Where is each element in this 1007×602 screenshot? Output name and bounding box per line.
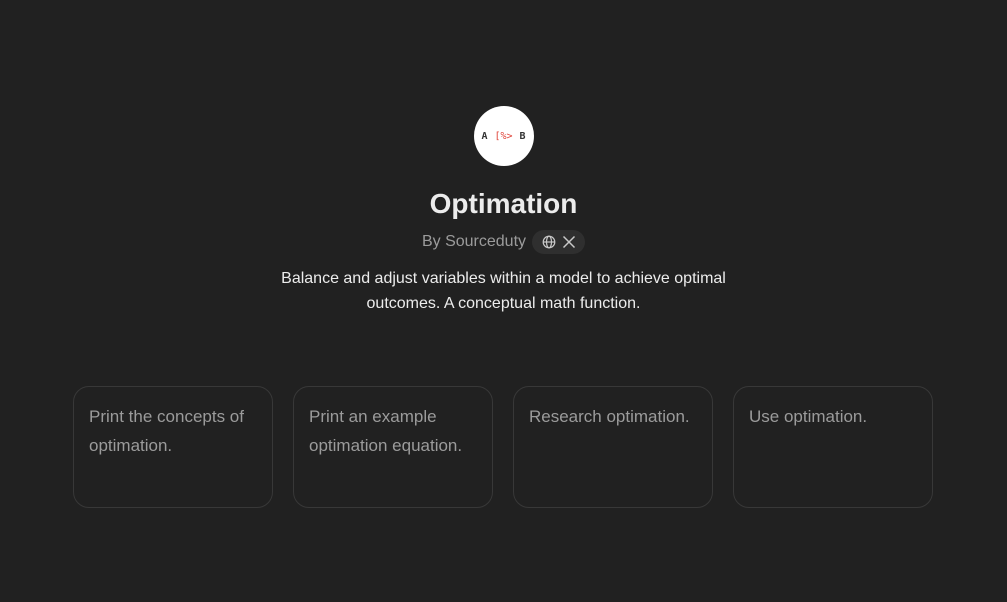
avatar-text-right: B (519, 130, 526, 142)
social-links (532, 230, 586, 254)
starter-button-use[interactable]: Use optimation. (733, 386, 933, 508)
gpt-title: Optimation (429, 188, 578, 219)
avatar-text-left: A (481, 130, 488, 142)
gpt-byline: By Sourceduty (421, 230, 586, 254)
gpt-avatar: A [%> B (473, 106, 534, 166)
starter-button-example-equation[interactable]: Print an example optimation equation. (293, 386, 493, 508)
author-text: By Sourceduty (421, 233, 527, 250)
gpt-header: A [%> B Optimation By Sourceduty Balance… (0, 106, 1007, 316)
starter-button-research[interactable]: Research optimation. (513, 386, 713, 508)
starter-button-concepts[interactable]: Print the concepts of optimation. (73, 386, 273, 508)
x-icon[interactable] (562, 235, 576, 249)
conversation-starters: Print the concepts of optimation. Print … (73, 386, 933, 508)
gpt-landing-page: A [%> B Optimation By Sourceduty Balance… (0, 0, 1007, 602)
gpt-description: Balance and adjust variables within a mo… (281, 270, 726, 312)
globe-icon[interactable] (542, 235, 556, 249)
avatar-text-middle: [%> (494, 130, 513, 142)
